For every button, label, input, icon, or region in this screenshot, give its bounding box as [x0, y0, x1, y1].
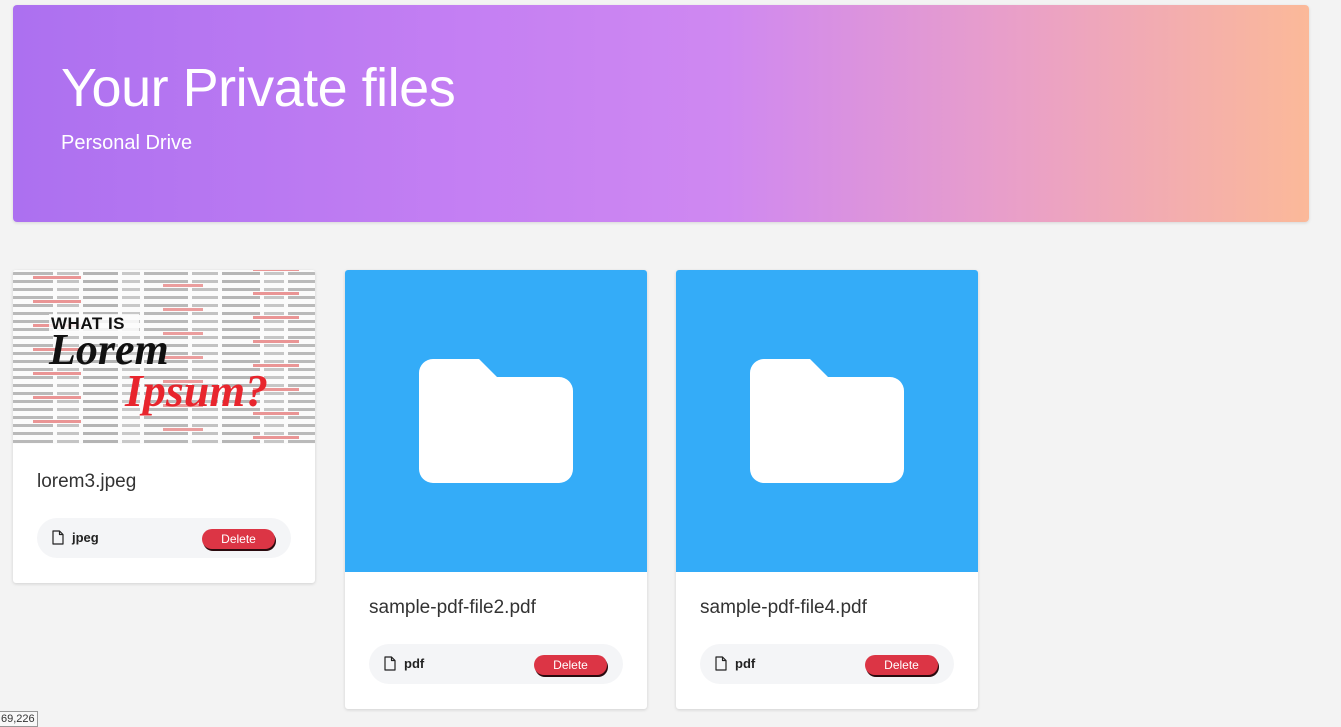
file-card-sample-pdf-file4[interactable]: sample-pdf-file4.pdf pdf Delete — [676, 270, 978, 709]
file-card-lorem3[interactable]: WHAT IS Lorem Ipsum? lorem3.jpeg jpeg De… — [13, 270, 315, 583]
coordinate-readout: 69,226 — [0, 711, 38, 727]
file-type-label: pdf — [404, 656, 425, 671]
file-icon — [715, 656, 727, 671]
delete-button[interactable]: Delete — [865, 655, 938, 675]
file-type-label: jpeg — [72, 530, 99, 545]
page-title: Your Private files — [61, 58, 456, 118]
folder-icon — [750, 359, 904, 483]
file-name: lorem3.jpeg — [37, 471, 137, 492]
file-card-sample-pdf-file2[interactable]: sample-pdf-file2.pdf pdf Delete — [345, 270, 647, 709]
file-icon — [52, 530, 64, 545]
file-name: sample-pdf-file2.pdf — [369, 597, 536, 618]
thumbnail-text-ipsum: Ipsum? — [125, 365, 269, 416]
delete-button[interactable]: Delete — [534, 655, 607, 675]
delete-button[interactable]: Delete — [202, 529, 275, 549]
file-meta-row: pdf Delete — [700, 644, 954, 684]
file-meta-row: jpeg Delete — [37, 518, 291, 558]
page-subtitle: Personal Drive — [61, 132, 193, 154]
folder-thumbnail — [676, 270, 978, 572]
file-type-label: pdf — [735, 656, 756, 671]
file-meta-row: pdf Delete — [369, 644, 623, 684]
image-thumbnail: WHAT IS Lorem Ipsum? — [13, 270, 315, 444]
file-name: sample-pdf-file4.pdf — [700, 597, 867, 618]
hero-banner: Your Private files Personal Drive — [13, 5, 1309, 222]
file-icon — [384, 656, 396, 671]
folder-icon — [419, 359, 573, 483]
folder-thumbnail — [345, 270, 647, 572]
